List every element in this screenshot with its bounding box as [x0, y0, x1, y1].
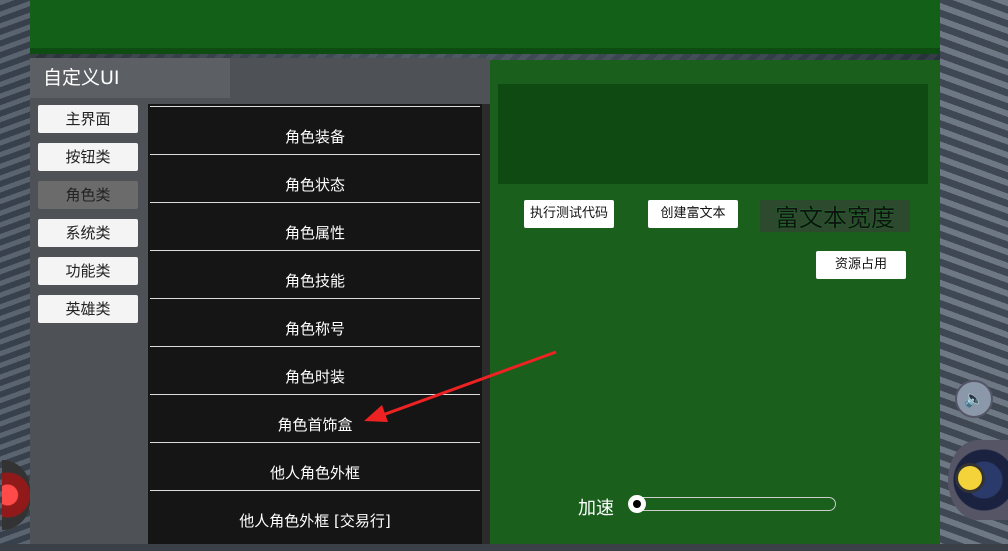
annotation-arrow — [364, 350, 557, 422]
